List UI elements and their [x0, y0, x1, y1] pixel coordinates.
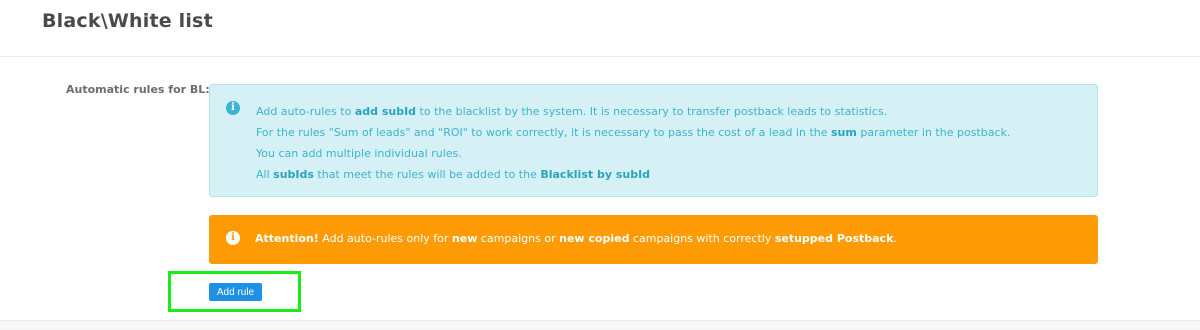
add-rule-button[interactable]: Add rule	[209, 283, 262, 301]
info-icon: i	[226, 101, 240, 115]
divider	[0, 320, 1200, 321]
info-alert-text: Add auto-rules to add subId to the black…	[256, 101, 1010, 185]
warning-alert-text: Attention! Add auto-rules only for new c…	[255, 232, 897, 245]
info-line: For the rules "Sum of leads" and "ROI" t…	[256, 126, 1011, 139]
warning-alert: i Attention! Add auto-rules only for new…	[209, 215, 1098, 264]
info-line: You can add multiple individual rules.	[256, 147, 462, 160]
info-line: Add auto-rules to add subId to the black…	[256, 105, 888, 118]
info-icon: i	[226, 231, 240, 245]
info-alert: i Add auto-rules to add subId to the bla…	[209, 84, 1098, 197]
page-title: Black\White list	[42, 10, 213, 32]
info-line: All subIds that meet the rules will be a…	[256, 168, 651, 181]
automatic-rules-label: Automatic rules for BL:	[66, 83, 210, 96]
page-header: Black\White list	[0, 0, 1200, 57]
content-panel: Automatic rules for BL: i Add auto-rules…	[0, 57, 1200, 320]
